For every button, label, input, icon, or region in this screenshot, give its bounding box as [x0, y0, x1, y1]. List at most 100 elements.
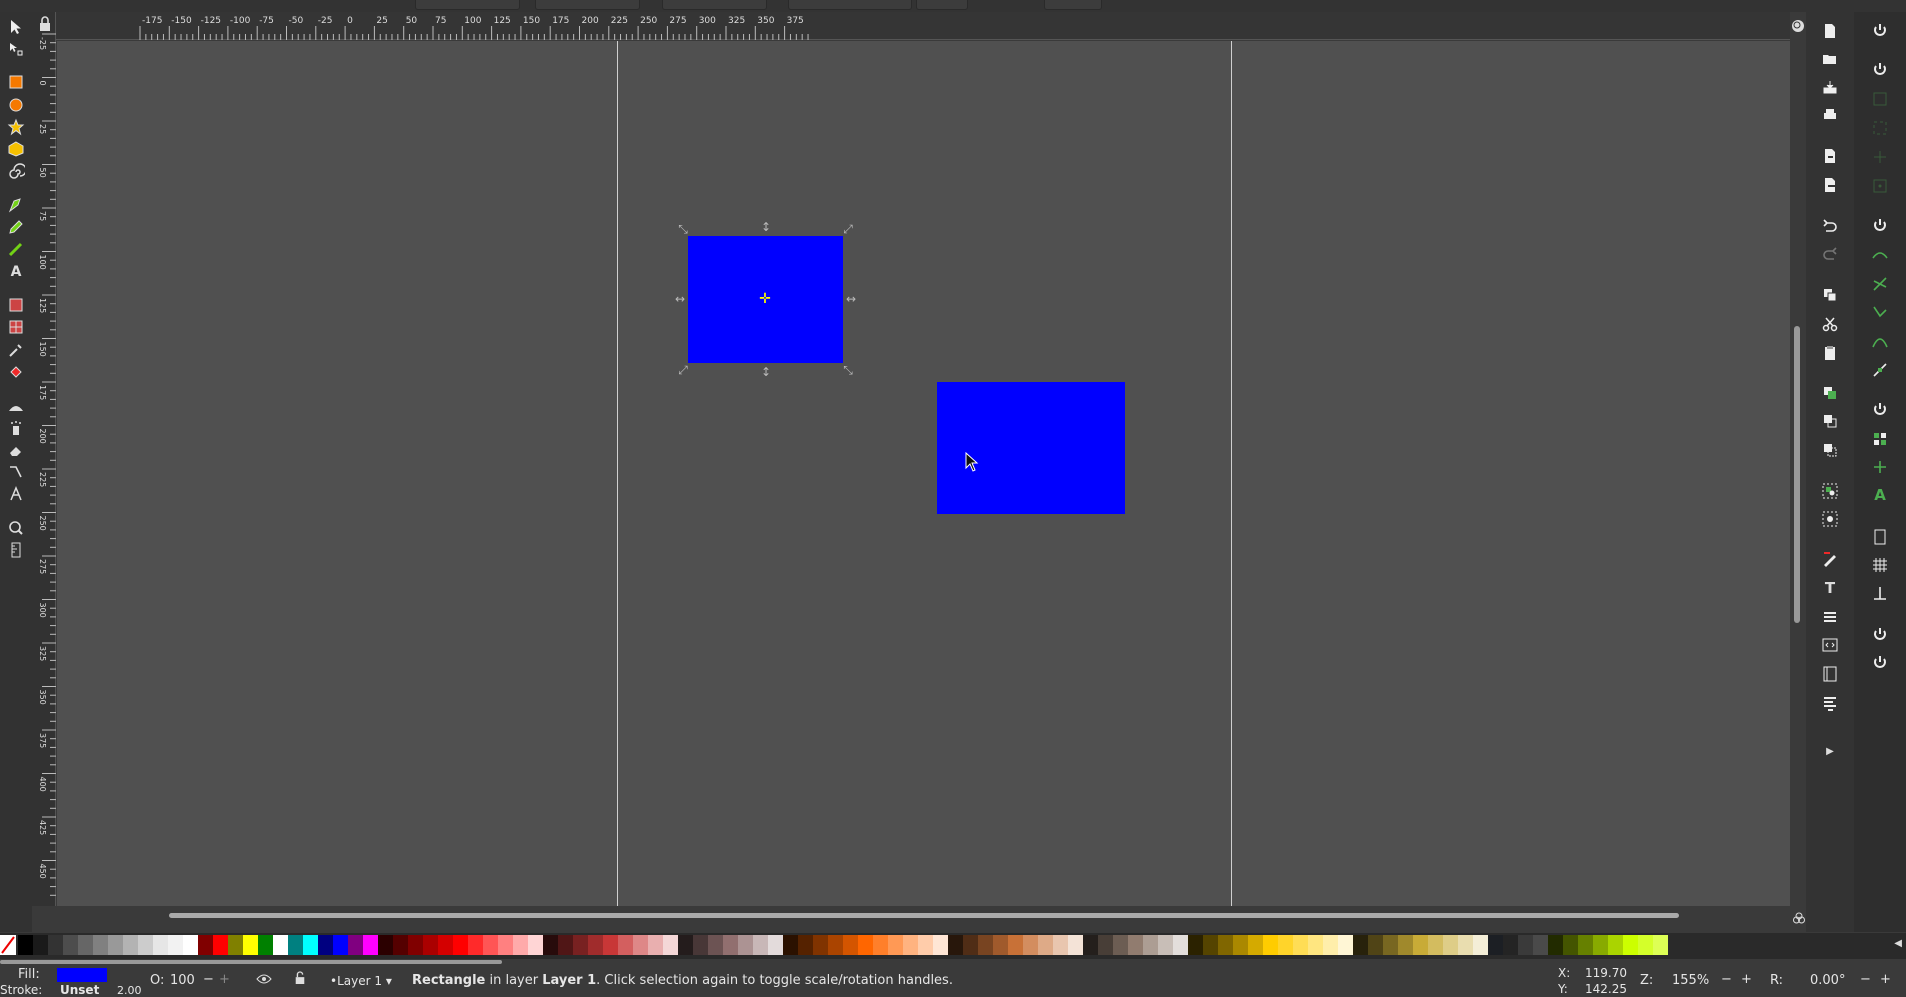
palette-swatch[interactable]	[123, 935, 138, 955]
layers-icon[interactable]	[1819, 606, 1841, 628]
measure-icon[interactable]	[5, 539, 27, 561]
palette-swatch[interactable]	[1038, 935, 1053, 955]
opacity-decrement-button[interactable]: −	[203, 972, 214, 987]
pencil-icon[interactable]	[5, 216, 27, 238]
color-manage-icon[interactable]	[1792, 910, 1806, 924]
palette-swatch[interactable]	[1623, 935, 1638, 955]
cut-icon[interactable]	[1819, 313, 1841, 335]
expand-right-icon[interactable]: ▶	[1819, 740, 1841, 762]
export-icon[interactable]	[1819, 174, 1841, 196]
snap-bbox-midpoints-icon[interactable]	[1869, 146, 1891, 168]
palette-swatch[interactable]	[873, 935, 888, 955]
eraser-icon[interactable]	[5, 439, 27, 461]
palette-swatch[interactable]	[783, 935, 798, 955]
palette-swatch[interactable]	[303, 935, 318, 955]
palette-swatch[interactable]	[258, 935, 273, 955]
snap-toggle-icon[interactable]	[1869, 20, 1891, 42]
text-font-icon[interactable]: T	[1819, 577, 1841, 599]
palette-swatch[interactable]	[723, 935, 738, 955]
star-icon[interactable]	[5, 116, 27, 138]
palette-swatch[interactable]	[843, 935, 858, 955]
scale-handle-n[interactable]: ↕	[760, 221, 772, 233]
ungroup-icon[interactable]	[1819, 508, 1841, 530]
palette-swatch[interactable]	[1068, 935, 1083, 955]
palette-swatch[interactable]	[1263, 935, 1278, 955]
clone-icon[interactable]	[1819, 410, 1841, 432]
stroke-width[interactable]: 2.00	[117, 984, 142, 997]
horizontal-scroll-thumb[interactable]	[169, 913, 1679, 918]
palette-swatch[interactable]	[543, 935, 558, 955]
palette-swatch[interactable]	[378, 935, 393, 955]
palette-swatch[interactable]	[828, 935, 843, 955]
palette-swatch[interactable]	[408, 935, 423, 955]
tweak-icon[interactable]	[5, 395, 27, 417]
rectangle[interactable]	[937, 382, 1125, 514]
palette-swatch[interactable]	[273, 935, 288, 955]
palette-swatch[interactable]	[1578, 935, 1593, 955]
duplicate-icon[interactable]	[1819, 382, 1841, 404]
spiral-icon[interactable]	[5, 161, 27, 183]
palette-swatch[interactable]	[1653, 935, 1668, 955]
palette-swatch[interactable]	[198, 935, 213, 955]
palette-swatch[interactable]	[498, 935, 513, 955]
align-icon[interactable]	[1819, 692, 1841, 714]
palette-swatch[interactable]	[1188, 935, 1203, 955]
scale-handle-se[interactable]: ⤡	[842, 364, 854, 376]
palette-swatch[interactable]	[1473, 935, 1488, 955]
snap-intersections-icon[interactable]	[1869, 273, 1891, 295]
palette-swatch[interactable]	[753, 935, 768, 955]
snap-bbox-center-icon[interactable]	[1869, 175, 1891, 197]
palette-swatch[interactable]	[1053, 935, 1068, 955]
palette-swatch[interactable]	[573, 935, 588, 955]
print-icon[interactable]	[1819, 104, 1841, 126]
palette-menu-icon[interactable]: ◀	[1894, 938, 1902, 949]
palette-swatch[interactable]	[1338, 935, 1353, 955]
palette-swatch[interactable]	[33, 935, 48, 955]
layer-visibility-eye-icon[interactable]	[256, 973, 272, 989]
snap-bbox-corners-icon[interactable]	[1869, 117, 1891, 139]
palette-swatch[interactable]	[1098, 935, 1113, 955]
toolbar-field[interactable]	[916, 0, 968, 10]
snap-paths-icon[interactable]	[1869, 244, 1891, 266]
palette-swatch[interactable]	[963, 935, 978, 955]
palette-swatch[interactable]	[1113, 935, 1128, 955]
redo-icon[interactable]	[1819, 244, 1841, 266]
zoom-corner-icon[interactable]	[1790, 12, 1806, 40]
palette-swatch[interactable]	[1383, 935, 1398, 955]
palette-swatch[interactable]	[1203, 935, 1218, 955]
group-icon[interactable]	[1819, 480, 1841, 502]
palette-swatch[interactable]	[858, 935, 873, 955]
dropper-icon[interactable]	[5, 339, 27, 361]
palette-swatch[interactable]	[468, 935, 483, 955]
mesh-icon[interactable]	[5, 316, 27, 338]
palette-swatch[interactable]	[1323, 935, 1338, 955]
unlink-clone-icon[interactable]	[1819, 439, 1841, 461]
palette-swatch[interactable]	[228, 935, 243, 955]
palette-swatch[interactable]	[918, 935, 933, 955]
palette-swatch[interactable]	[1293, 935, 1308, 955]
vertical-scrollbar[interactable]	[1790, 41, 1804, 906]
palette-swatch[interactable]	[1398, 935, 1413, 955]
scale-handle-s[interactable]: ↕	[760, 366, 772, 378]
new-document-icon[interactable]	[1819, 20, 1841, 42]
palette-swatch[interactable]	[948, 935, 963, 955]
palette-swatch[interactable]	[243, 935, 258, 955]
snap-smooth-icon[interactable]	[1869, 331, 1891, 353]
palette-swatch[interactable]	[1593, 935, 1608, 955]
palette-swatch[interactable]	[1008, 935, 1023, 955]
palette-swatch[interactable]	[708, 935, 723, 955]
toolbar-field[interactable]	[662, 0, 767, 10]
palette-swatch[interactable]	[1368, 935, 1383, 955]
palette-swatch[interactable]	[1563, 935, 1578, 955]
opacity-value[interactable]: 100	[170, 973, 195, 988]
snap-bbox-icon[interactable]	[1869, 59, 1891, 81]
rectangle-icon[interactable]	[5, 71, 27, 93]
toolbar-field[interactable]	[415, 0, 520, 10]
snap-bbox-edges-icon[interactable]	[1869, 88, 1891, 110]
palette-swatch[interactable]	[168, 935, 183, 955]
horizontal-scrollbar[interactable]	[57, 906, 1790, 926]
spray-icon[interactable]	[5, 417, 27, 439]
palette-swatch[interactable]	[678, 935, 693, 955]
connector-icon[interactable]	[5, 461, 27, 483]
palette-swatch[interactable]	[438, 935, 453, 955]
